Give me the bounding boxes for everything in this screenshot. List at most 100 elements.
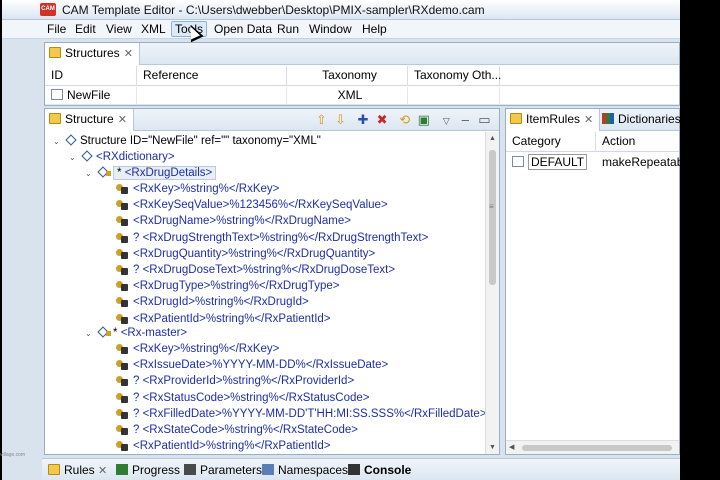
parameters-icon xyxy=(184,464,196,475)
tree-item[interactable]: <RxDrugType>%string%</RxDrugType> xyxy=(115,278,339,294)
cell-reference xyxy=(137,87,287,105)
cell-id: NewFile xyxy=(45,87,137,105)
scroll-thumb[interactable] xyxy=(489,150,496,285)
tree-item-label: <RxIssueDate>%YYYY-MM-DD%</RxIssueDate> xyxy=(133,359,389,372)
column-header-category[interactable]: Category xyxy=(506,132,596,152)
element-icon xyxy=(115,246,129,260)
tree-item[interactable]: ? <RxDrugDoseText>%string%</RxDrugDoseTe… xyxy=(115,262,395,278)
tab-dictionaries[interactable]: Dictionaries xyxy=(598,109,680,131)
tree-item[interactable]: <RxIssueDate>%YYYY-MM-DD%</RxIssueDate> xyxy=(115,357,388,373)
close-icon[interactable]: ✕ xyxy=(584,114,593,126)
column-header-taxonomy-other[interactable]: Taxonomy Oth... xyxy=(408,66,501,86)
menu-view[interactable]: View xyxy=(103,22,135,38)
collapse-icon[interactable]: ⌄ xyxy=(85,326,97,342)
folder-icon xyxy=(49,113,61,124)
menu-xml[interactable]: XML xyxy=(138,22,169,38)
app-icon: CAM xyxy=(40,3,56,16)
tree-group-rxdrugdetails[interactable]: ⌄ * <RxDrugDetails> xyxy=(85,165,217,182)
menu-edit[interactable]: Edit xyxy=(72,22,99,38)
element-icon xyxy=(115,311,129,325)
tree-item-label: <RxPatientId>%string%</RxPatientId> xyxy=(133,312,331,325)
tab-progress[interactable]: Progress xyxy=(116,462,180,478)
menu-help[interactable]: Help xyxy=(359,22,390,38)
element-icon xyxy=(115,422,129,436)
tree-item[interactable]: ? <RxFilledDate>%YYYY-MM-DD'T'HH:MI:SS.S… xyxy=(115,406,485,422)
right-edge xyxy=(680,0,720,480)
menu-file[interactable]: File xyxy=(44,22,69,38)
tree-item[interactable]: <RxDrugQuantity>%string%</RxDrugQuantity… xyxy=(115,246,375,262)
tree-dictionary[interactable]: ⌄ <RXdictionary> xyxy=(69,149,175,165)
scroll-up-icon[interactable]: ▲ xyxy=(489,135,496,142)
tab-item-rules[interactable]: ItemRules ✕ xyxy=(506,109,601,131)
scroll-down-icon[interactable]: ▼ xyxy=(489,444,496,451)
refresh-icon[interactable]: ⟲ xyxy=(396,112,413,128)
tree-group-rx-master[interactable]: ⌄ * <Rx-master> xyxy=(85,325,187,341)
vertical-scrollbar[interactable]: ▲ ≡ ▼ xyxy=(485,132,499,454)
tab-structures[interactable]: Structures ✕ xyxy=(45,43,140,65)
folder-icon xyxy=(48,464,60,475)
menu-run[interactable]: Run xyxy=(274,22,302,38)
tree-item[interactable]: <RxKey>%string%</RxKey> xyxy=(115,181,279,197)
tree-item[interactable]: <RxDrugName>%string%</RxDrugName> xyxy=(115,213,351,229)
tab-console[interactable]: Console xyxy=(348,462,411,478)
tree-item[interactable]: <RxDrugId>%string%</RxDrugId> xyxy=(115,294,309,310)
bottom-tab-bar: Rules ✕ Progress Parameters Namespaces C… xyxy=(42,458,680,480)
tab-dictionaries-label: Dictionaries xyxy=(618,112,680,126)
close-icon[interactable]: ✕ xyxy=(124,48,133,60)
progress-icon xyxy=(116,464,128,475)
collapse-icon[interactable]: ⌄ xyxy=(69,150,81,166)
console-icon xyxy=(348,464,360,475)
tree-item-label: ? <RxStatusCode>%string%</RxStatusCode> xyxy=(133,391,370,404)
menu-open-data[interactable]: Open Data xyxy=(211,22,275,38)
maximize-icon[interactable]: ▭ xyxy=(476,112,493,128)
tree-item-label: <RxKeySeqValue>%123456%</RxKeySeqValue> xyxy=(133,199,388,212)
tree-item[interactable]: ? <RxStatusCode>%string%</RxStatusCode> xyxy=(115,390,370,406)
tab-item-rules-label: ItemRules xyxy=(526,112,581,126)
column-header-action[interactable]: Action xyxy=(596,132,680,152)
group-name: <Rx-master> xyxy=(120,327,188,339)
tree-item-label: <RxKey>%string%</RxKey> xyxy=(133,183,280,195)
tree-item[interactable]: ? <RxStateCode>%string%</RxStateCode> xyxy=(115,422,358,438)
close-icon[interactable]: ✕ xyxy=(118,114,127,126)
tree-item[interactable]: ? <RxProviderId>%string%</RxProviderId> xyxy=(115,373,354,389)
add-element-icon[interactable]: ✚ xyxy=(355,112,372,128)
tree-item[interactable]: ? <RxDrugStrengthText>%string%</RxDrugSt… xyxy=(115,230,428,246)
tab-namespaces[interactable]: Namespaces xyxy=(262,462,348,478)
move-down-icon[interactable]: ⇩ xyxy=(332,112,349,128)
tree-item[interactable]: <RxPatientId>%string%</RxPatientId> xyxy=(115,438,331,454)
collapse-icon[interactable]: ⌄ xyxy=(53,134,65,150)
validate-icon[interactable]: ▣ xyxy=(415,112,432,128)
tree-dictionary-label: <RXdictionary> xyxy=(96,151,175,163)
column-header-reference[interactable]: Reference xyxy=(137,66,287,86)
tree-item[interactable]: <RxKey>%string%</RxKey> xyxy=(115,341,279,357)
scroll-left-icon[interactable]: ◀ xyxy=(509,443,514,451)
element-icon xyxy=(115,278,129,292)
folder-icon xyxy=(510,113,522,124)
column-header-id[interactable]: ID xyxy=(45,66,137,86)
table-row[interactable]: NewFile XML xyxy=(45,87,679,105)
tab-rules[interactable]: Rules ✕ xyxy=(48,462,107,478)
tree-item[interactable]: <RxKeySeqValue>%123456%</RxKeySeqValue> xyxy=(115,197,388,213)
tree-root[interactable]: ⌄ Structure ID="NewFile" ref="" taxonomy=… xyxy=(53,133,321,149)
delete-element-icon[interactable]: ✖ xyxy=(374,112,391,128)
element-icon xyxy=(115,230,129,244)
tab-parameters[interactable]: Parameters xyxy=(184,462,262,478)
element-icon xyxy=(115,438,129,452)
tab-structure[interactable]: Structure ✕ xyxy=(45,109,134,131)
collapse-icon[interactable]: ⌄ xyxy=(85,166,97,182)
namespaces-icon xyxy=(262,464,274,475)
move-up-icon[interactable]: ⇧ xyxy=(313,112,330,128)
horizontal-scrollbar[interactable]: ◀ xyxy=(506,440,679,454)
cell-taxonomy: XML xyxy=(287,87,408,105)
scroll-thumb[interactable] xyxy=(522,445,672,451)
menu-window[interactable]: Window xyxy=(306,22,355,38)
cell-taxonomy-other xyxy=(408,87,500,105)
column-header-taxonomy[interactable]: Taxonomy xyxy=(287,66,408,86)
window-title: CAM Template Editor - C:\Users\dwebber\D… xyxy=(62,3,485,17)
menu-bar: File Edit View XML Tools Open Data Run W… xyxy=(0,20,680,39)
view-menu-icon[interactable]: ▽ xyxy=(438,116,455,127)
minimize-icon[interactable]: – xyxy=(457,112,474,127)
close-icon[interactable]: ✕ xyxy=(98,465,107,477)
group-name: <RxDrugDetails> xyxy=(124,167,213,179)
table-row[interactable]: DEFAULT makeRepeatable xyxy=(506,153,680,171)
